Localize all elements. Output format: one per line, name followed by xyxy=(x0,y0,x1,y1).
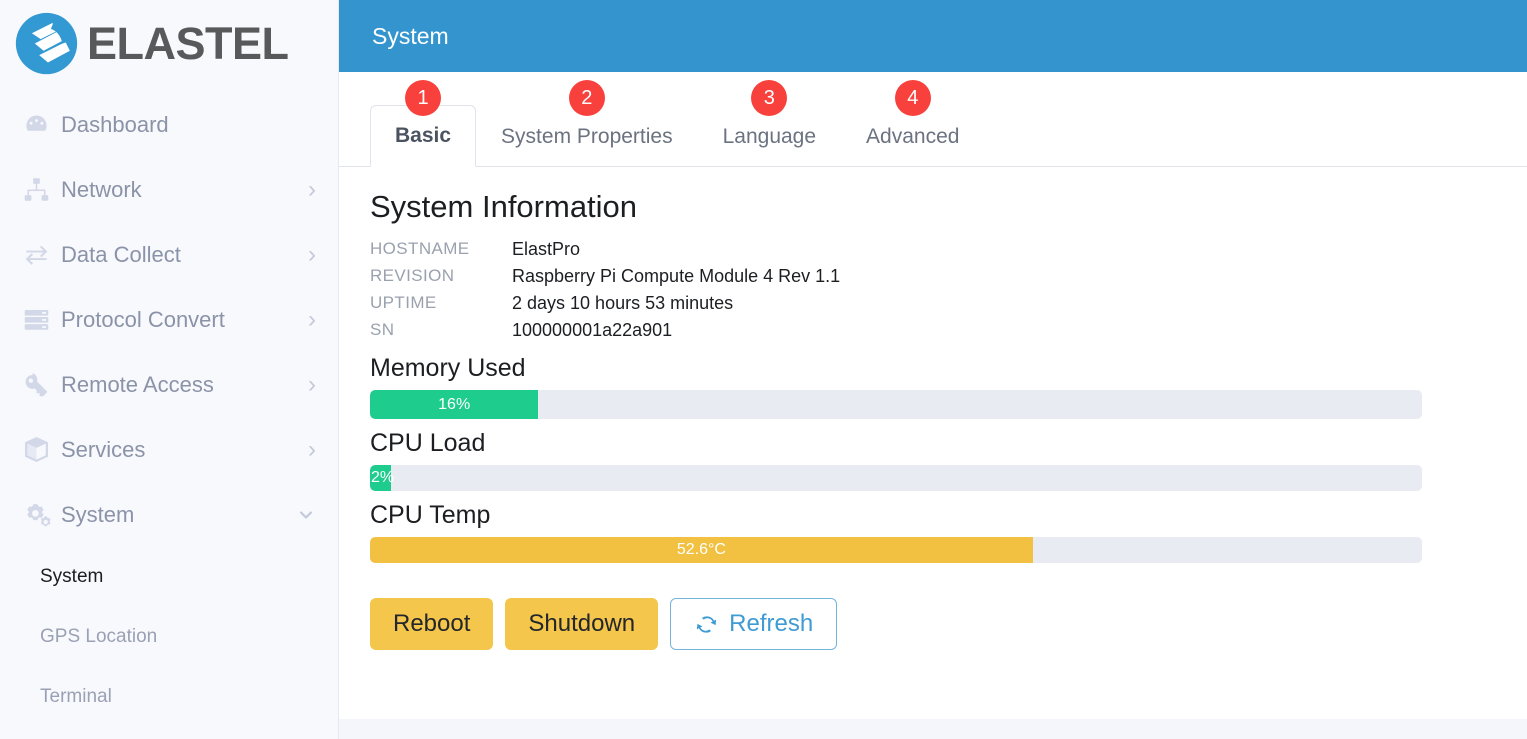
info-key: REVISION xyxy=(370,266,455,285)
tachometer-icon xyxy=(16,111,56,138)
page-header: System xyxy=(339,0,1527,72)
tab-label: Basic xyxy=(395,124,452,147)
sidebar: ELASTEL Dashboard Network › Data Collect… xyxy=(0,0,339,739)
system-info-table: HOSTNAME ElastPro REVISION Raspberry Pi … xyxy=(370,236,840,344)
tab-badge: 1 xyxy=(405,80,442,116)
tab-panel-basic: System Information HOSTNAME ElastPro REV… xyxy=(339,167,1527,650)
info-key: UPTIME xyxy=(370,293,437,312)
brand-name: ELASTEL xyxy=(87,17,289,69)
sidebar-item-label: Dashboard xyxy=(61,111,169,137)
info-value: Raspberry Pi Compute Module 4 Rev 1.1 xyxy=(512,266,841,286)
sidebar-subitem-label: GPS Location xyxy=(40,626,158,647)
sidebar-subitem-terminal[interactable]: Terminal xyxy=(0,667,338,727)
progress-fill: 2% xyxy=(370,465,394,491)
chevron-right-icon: › xyxy=(308,240,316,268)
info-value: 2 days 10 hours 53 minutes xyxy=(512,293,734,313)
sidebar-subitem-label: Terminal xyxy=(40,686,112,707)
cogs-icon xyxy=(16,500,56,529)
metric-label-memory-used: Memory Used xyxy=(370,354,526,382)
sidebar-subitem-system[interactable]: System xyxy=(0,547,338,607)
tab-badge: 3 xyxy=(751,80,788,116)
page-title: System xyxy=(372,22,449,49)
info-value: 100000001a22a901 xyxy=(512,320,673,340)
reboot-button[interactable]: Reboot xyxy=(370,598,494,650)
chevron-down-icon xyxy=(296,505,316,525)
info-key: SN xyxy=(370,320,395,339)
chevron-right-icon: › xyxy=(308,435,316,463)
refresh-button[interactable]: Refresh xyxy=(670,598,838,650)
brand-logo[interactable]: ELASTEL xyxy=(0,0,338,86)
sync-refresh-icon xyxy=(694,612,719,637)
chevron-right-icon: › xyxy=(308,305,316,333)
sidebar-item-label: System xyxy=(61,501,135,527)
shutdown-button[interactable]: Shutdown xyxy=(505,598,659,650)
sidebar-item-services[interactable]: Services › xyxy=(0,417,338,482)
app-root: ELASTEL Dashboard Network › Data Collect… xyxy=(0,0,1527,739)
tab-label: Language xyxy=(722,124,817,148)
info-value: ElastPro xyxy=(512,239,581,259)
chevron-right-icon: › xyxy=(308,175,316,203)
tab-basic[interactable]: 1 Basic xyxy=(370,80,477,167)
progress-cpu-temp: 52.6°C xyxy=(370,537,1422,563)
key-icon xyxy=(16,371,56,398)
exchange-arrows-icon xyxy=(16,241,56,268)
sidebar-item-label: Network xyxy=(61,176,142,202)
cube-icon xyxy=(16,436,56,463)
progress-memory-used: 16% xyxy=(370,390,1422,419)
tab-advanced[interactable]: 4 Advanced xyxy=(841,80,984,167)
tab-badge: 4 xyxy=(894,80,931,116)
sidebar-subitem-gps-location[interactable]: GPS Location xyxy=(0,607,338,667)
sidebar-subitem-label: System xyxy=(40,566,104,587)
content-card: System 1 Basic 2 System Properties 3 Lan… xyxy=(339,0,1527,719)
sidebar-item-data-collect[interactable]: Data Collect › xyxy=(0,222,338,287)
tab-label: Advanced xyxy=(866,124,960,148)
sidebar-item-dashboard[interactable]: Dashboard xyxy=(0,92,338,157)
table-row: HOSTNAME ElastPro xyxy=(370,236,840,263)
elastel-logo-icon xyxy=(10,7,83,80)
metric-label-cpu-temp: CPU Temp xyxy=(370,501,491,529)
sidebar-item-system[interactable]: System xyxy=(0,482,338,547)
sidebar-nav: Dashboard Network › Data Collect › Proto… xyxy=(0,86,338,727)
sitemap-icon xyxy=(16,176,56,203)
tab-language[interactable]: 3 Language xyxy=(698,80,841,167)
progress-fill: 16% xyxy=(370,390,539,419)
server-icon xyxy=(16,306,56,333)
table-row: UPTIME 2 days 10 hours 53 minutes xyxy=(370,290,840,317)
main-area: System 1 Basic 2 System Properties 3 Lan… xyxy=(339,0,1527,739)
sidebar-item-label: Remote Access xyxy=(61,371,214,397)
tab-system-properties[interactable]: 2 System Properties xyxy=(476,80,698,167)
sidebar-item-label: Services xyxy=(61,436,146,462)
chevron-right-icon: › xyxy=(308,370,316,398)
sidebar-item-remote-access[interactable]: Remote Access › xyxy=(0,352,338,417)
progress-cpu-load: 2% xyxy=(370,465,1422,491)
table-row: REVISION Raspberry Pi Compute Module 4 R… xyxy=(370,263,840,290)
tab-badge: 2 xyxy=(568,80,605,116)
table-row: SN 100000001a22a901 xyxy=(370,317,840,344)
action-button-row: Reboot Shutdown Refresh xyxy=(370,598,1527,650)
sidebar-item-label: Data Collect xyxy=(61,241,181,267)
info-key: HOSTNAME xyxy=(370,239,470,258)
progress-fill: 52.6°C xyxy=(370,537,1033,563)
sidebar-item-label: Protocol Convert xyxy=(61,306,225,332)
refresh-button-label: Refresh xyxy=(729,610,814,637)
metric-label-cpu-load: CPU Load xyxy=(370,429,486,457)
tab-label: System Properties xyxy=(501,124,673,148)
sidebar-item-network[interactable]: Network › xyxy=(0,157,338,222)
section-title-system-information: System Information xyxy=(370,189,638,224)
tab-bar: 1 Basic 2 System Properties 3 Language 4… xyxy=(339,72,1527,167)
sidebar-item-protocol-convert[interactable]: Protocol Convert › xyxy=(0,287,338,352)
